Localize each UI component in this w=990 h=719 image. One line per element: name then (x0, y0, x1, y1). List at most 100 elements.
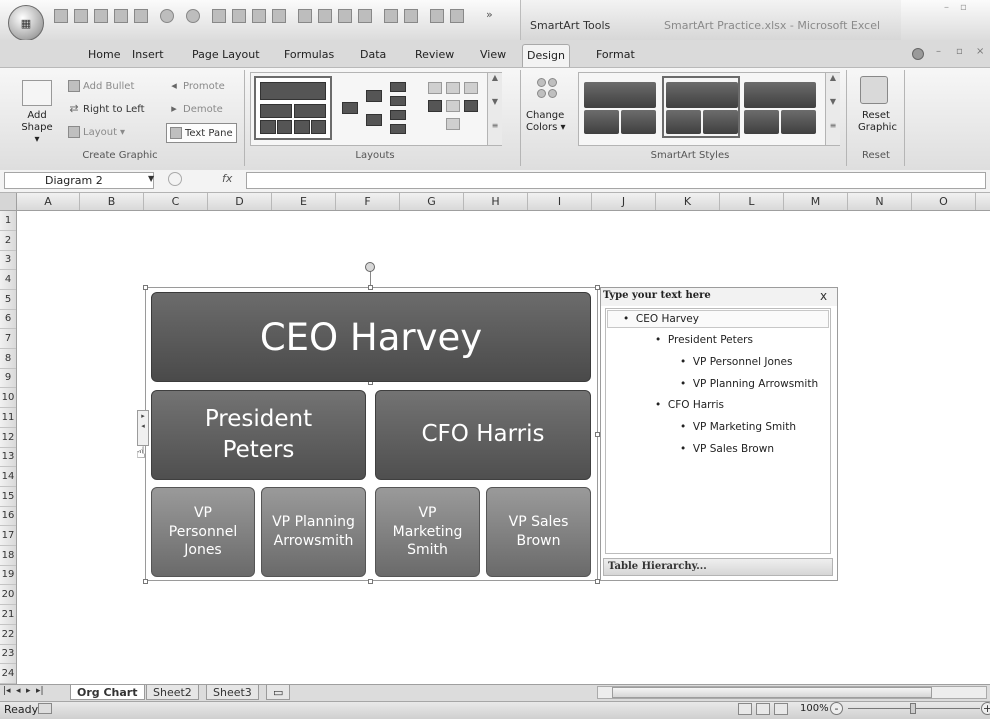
row-header[interactable]: 11 (0, 408, 16, 428)
qat-more-icon[interactable]: » (486, 8, 493, 21)
row-header[interactable]: 16 (0, 506, 16, 526)
column-header[interactable]: K (656, 193, 720, 210)
rotate-handle[interactable] (365, 262, 375, 272)
styles-scroll-down-icon[interactable]: ▼ (825, 97, 840, 121)
qat-custom-icon-3[interactable] (252, 9, 266, 23)
row-header[interactable]: 22 (0, 625, 16, 645)
zoom-slider-thumb[interactable] (910, 703, 916, 714)
text-pane-item[interactable]: • VP Sales Brown (680, 443, 774, 455)
formula-input[interactable] (246, 172, 986, 189)
text-pane-button[interactable]: Text Pane (166, 123, 237, 143)
help-icon[interactable] (912, 48, 924, 60)
doc-minimize-icon[interactable]: – (936, 46, 941, 57)
row-header[interactable]: 13 (0, 447, 16, 467)
style-option-2[interactable] (662, 76, 740, 138)
column-header[interactable]: M (784, 193, 848, 210)
layout-option-3[interactable] (418, 76, 496, 140)
demote-button[interactable]: ▸ Demote (168, 100, 223, 118)
org-box-vp-personnel[interactable]: VP Personnel Jones (151, 487, 255, 577)
open-icon[interactable] (74, 9, 88, 23)
column-header[interactable]: E (272, 193, 336, 210)
print-preview-icon[interactable] (134, 9, 148, 23)
promote-button[interactable]: ◂ Promote (168, 77, 225, 95)
doc-close-icon[interactable]: × (976, 46, 984, 57)
layouts-more-icon[interactable]: ≡ (487, 121, 502, 145)
column-header[interactable]: I (528, 193, 592, 210)
prev-sheet-icon[interactable]: ◂ (16, 686, 21, 696)
maximize-icon[interactable]: ▫ (960, 2, 967, 13)
org-box-vp-planning[interactable]: VP Planning Arrowsmith (261, 487, 366, 577)
org-box-president[interactable]: President Peters (151, 390, 366, 480)
tab-page-layout[interactable]: Page Layout (188, 44, 264, 66)
insert-function-button[interactable]: fx (168, 172, 242, 189)
first-sheet-icon[interactable]: |◂ (3, 686, 11, 696)
style-option-3[interactable] (742, 78, 820, 138)
row-header[interactable]: 3 (0, 250, 16, 270)
qat-custom-icon-4[interactable] (272, 9, 286, 23)
org-box-vp-sales[interactable]: VP Sales Brown (486, 487, 591, 577)
row-header[interactable]: 19 (0, 565, 16, 585)
layouts-scroll-up-icon[interactable]: ▲ (487, 73, 502, 97)
undo-icon[interactable] (160, 9, 174, 23)
row-header[interactable]: 9 (0, 368, 16, 388)
qat-custom-icon-5[interactable] (298, 9, 312, 23)
row-header[interactable]: 18 (0, 546, 16, 566)
tab-formulas[interactable]: Formulas (280, 44, 338, 66)
resize-handle[interactable] (143, 285, 148, 290)
qat-custom-icon-7[interactable] (338, 9, 352, 23)
row-header[interactable]: 10 (0, 388, 16, 408)
page-layout-view-icon[interactable] (756, 703, 770, 715)
text-pane-item[interactable]: • VP Personnel Jones (680, 356, 793, 368)
column-header[interactable]: B (80, 193, 144, 210)
qat-custom-icon-8[interactable] (358, 9, 372, 23)
text-pane-item[interactable]: • VP Planning Arrowsmith (680, 378, 818, 390)
qat-custom-icon-2[interactable] (232, 9, 246, 23)
column-header[interactable]: A (17, 193, 80, 210)
reset-graphic-icon[interactable] (860, 76, 888, 104)
row-header[interactable]: 17 (0, 526, 16, 546)
column-header[interactable]: G (400, 193, 464, 210)
tab-data[interactable]: Data (356, 44, 390, 66)
row-header[interactable]: 6 (0, 309, 16, 329)
column-header[interactable]: J (592, 193, 656, 210)
column-header[interactable]: H (464, 193, 528, 210)
text-pane-footer-link[interactable]: Table Hierarchy... (603, 558, 833, 576)
text-pane-close-icon[interactable]: x (820, 289, 827, 303)
redo-icon[interactable] (186, 9, 200, 23)
qat-custom-icon-11[interactable] (430, 9, 444, 23)
print-icon[interactable] (114, 9, 128, 23)
text-pane-toggle-tab[interactable]: ▸ ◂ (137, 410, 149, 446)
column-header[interactable]: C (144, 193, 208, 210)
row-header[interactable]: 14 (0, 467, 16, 487)
tab-home[interactable]: Home (84, 44, 124, 66)
tab-format[interactable]: Format (592, 44, 639, 66)
row-header[interactable]: 7 (0, 329, 16, 349)
row-header[interactable]: 5 (0, 290, 16, 310)
row-header[interactable]: 4 (0, 270, 16, 290)
macro-record-icon[interactable] (38, 703, 52, 714)
right-to-left-button[interactable]: ⇄ Right to Left (68, 100, 144, 118)
sheet-tab-sheet2[interactable]: Sheet2 (146, 685, 199, 700)
column-header[interactable]: O (912, 193, 976, 210)
resize-handle[interactable] (368, 579, 373, 584)
row-header[interactable]: 21 (0, 605, 16, 625)
row-header[interactable]: 15 (0, 487, 16, 507)
row-header[interactable]: 2 (0, 231, 16, 251)
add-shape-icon[interactable] (22, 80, 52, 106)
select-all-corner[interactable] (0, 193, 17, 211)
last-sheet-icon[interactable]: ▸| (36, 686, 44, 696)
styles-scroll-up-icon[interactable]: ▲ (825, 73, 840, 97)
normal-view-icon[interactable] (738, 703, 752, 715)
tab-insert[interactable]: Insert (128, 44, 168, 66)
zoom-out-icon[interactable]: - (830, 702, 843, 715)
layout-option-2[interactable] (336, 76, 414, 140)
qat-custom-icon-6[interactable] (318, 9, 332, 23)
qat-custom-icon-12[interactable] (450, 9, 464, 23)
tab-view[interactable]: View (476, 44, 510, 66)
save-icon[interactable] (94, 9, 108, 23)
next-sheet-icon[interactable]: ▸ (26, 686, 31, 696)
row-header[interactable]: 8 (0, 349, 16, 369)
text-pane-item[interactable]: • President Peters (655, 334, 753, 346)
text-pane-item[interactable]: • CEO Harvey (623, 313, 699, 325)
org-box-vp-marketing[interactable]: VP Marketing Smith (375, 487, 480, 577)
